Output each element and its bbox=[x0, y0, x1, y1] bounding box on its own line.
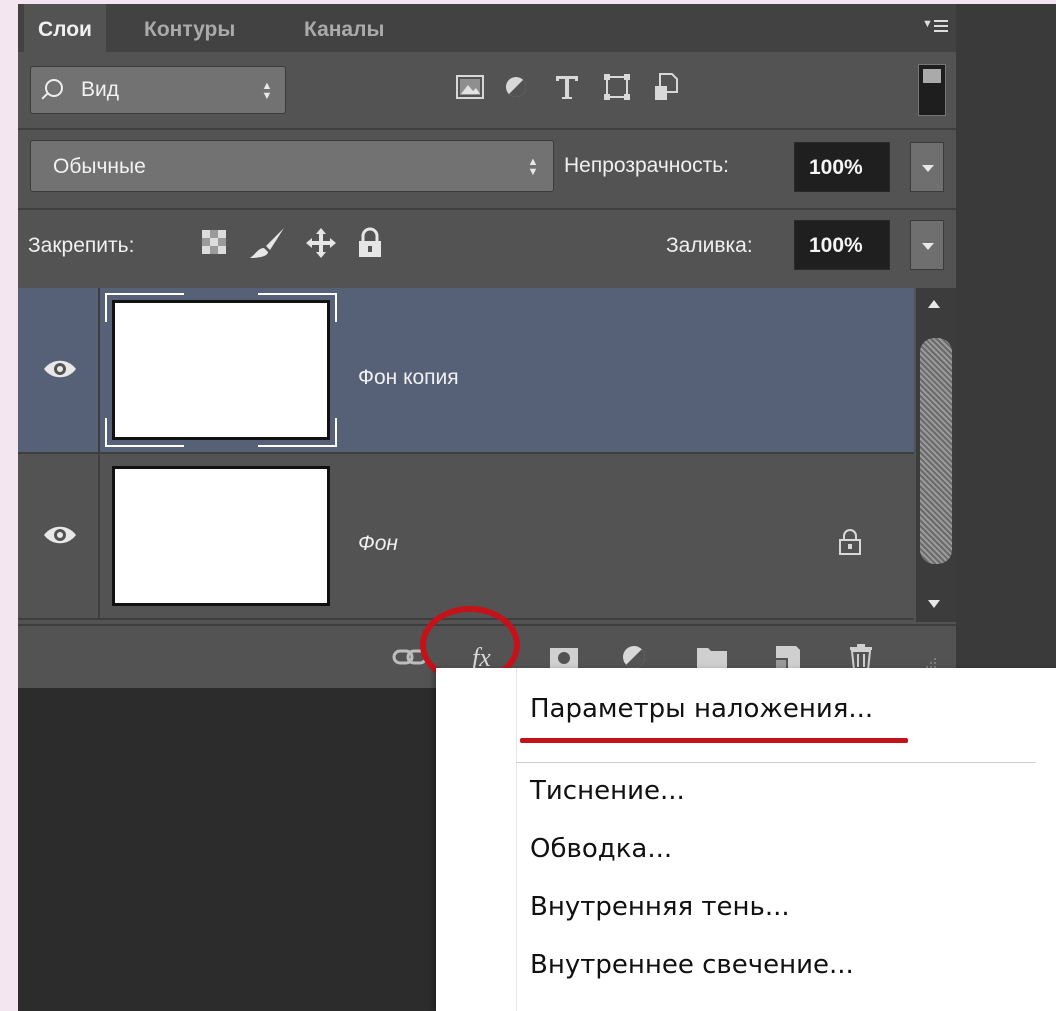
lock-position-move-icon[interactable] bbox=[304, 226, 338, 266]
menu-item-inner-glow[interactable]: Внутреннее свечение... bbox=[530, 950, 854, 980]
select-arrows-icon: ▲ ▼ bbox=[527, 156, 539, 178]
layer-lock-icon[interactable] bbox=[838, 528, 862, 556]
eye-icon[interactable] bbox=[42, 524, 78, 546]
panel-side-area bbox=[956, 4, 1056, 688]
filter-kind-select[interactable]: Вид ▲ ▼ bbox=[30, 66, 286, 114]
search-icon bbox=[45, 79, 63, 97]
menu-item-blending-options[interactable]: Параметры наложения... bbox=[530, 694, 873, 724]
tab-channels[interactable]: Каналы bbox=[290, 4, 398, 52]
layers-scrollbar[interactable] bbox=[916, 288, 956, 622]
visibility-cell[interactable] bbox=[18, 454, 100, 618]
fx-context-menu: Параметры наложения... Тиснение... Обвод… bbox=[436, 668, 1056, 1011]
smart-object-filter-icon[interactable] bbox=[650, 70, 686, 112]
visibility-cell[interactable] bbox=[18, 288, 100, 452]
lock-transparent-pixels-icon[interactable] bbox=[200, 226, 234, 266]
menu-item-bevel-emboss[interactable]: Тиснение... bbox=[530, 776, 685, 806]
lock-label: Закрепить: bbox=[28, 234, 135, 257]
scroll-up-icon[interactable] bbox=[928, 300, 940, 308]
select-arrows-icon: ▲ ▼ bbox=[261, 80, 273, 102]
tab-layers[interactable]: Слои bbox=[24, 4, 106, 52]
fill-dropdown-button[interactable] bbox=[910, 220, 944, 270]
menu-item-underline bbox=[520, 738, 908, 743]
shape-filter-icon[interactable] bbox=[600, 70, 636, 112]
menu-gutter bbox=[516, 668, 517, 1011]
type-filter-icon[interactable] bbox=[550, 70, 586, 112]
tab-paths[interactable]: Контуры bbox=[130, 4, 249, 52]
filter-kind-label: Вид bbox=[81, 78, 119, 101]
eye-icon[interactable] bbox=[42, 358, 78, 380]
blend-mode-select[interactable]: Обычные ▲ ▼ bbox=[30, 140, 554, 192]
layers-list: Фон копия Фон bbox=[18, 288, 956, 622]
layer-thumbnail[interactable] bbox=[112, 466, 330, 606]
adjustment-filter-icon[interactable] bbox=[500, 70, 536, 112]
divider bbox=[18, 128, 956, 130]
scroll-down-icon[interactable] bbox=[928, 600, 940, 608]
opacity-label: Непрозрачность: bbox=[564, 154, 729, 177]
layer-name[interactable]: Фон копия bbox=[358, 366, 459, 390]
layer-row-bg[interactable]: Фон bbox=[18, 454, 914, 620]
lock-all-icon[interactable] bbox=[356, 226, 390, 266]
layer-row-bg-copy[interactable]: Фон копия bbox=[18, 288, 914, 454]
blend-mode-label: Обычные bbox=[53, 155, 146, 178]
menu-item-inner-shadow[interactable]: Внутренняя тень... bbox=[530, 892, 790, 922]
image-filter-icon[interactable] bbox=[454, 70, 490, 112]
fill-label: Заливка: bbox=[666, 234, 753, 257]
layer-thumbnail[interactable] bbox=[112, 300, 330, 440]
layer-name[interactable]: Фон bbox=[358, 532, 398, 556]
divider bbox=[18, 208, 956, 210]
filter-toggle-switch[interactable] bbox=[918, 64, 946, 116]
opacity-dropdown-button[interactable] bbox=[910, 142, 944, 192]
layers-panel: Слои Контуры Каналы ▼ Вид ▲ ▼ Обычные ▲ … bbox=[18, 4, 956, 688]
menu-item-stroke[interactable]: Обводка... bbox=[530, 834, 672, 864]
fill-input[interactable]: 100% bbox=[794, 220, 890, 270]
panel-menu-icon[interactable]: ▼ bbox=[922, 16, 948, 38]
lock-image-pixels-brush-icon[interactable] bbox=[248, 226, 284, 266]
scroll-thumb[interactable] bbox=[920, 338, 952, 564]
opacity-input[interactable]: 100% bbox=[794, 142, 890, 192]
menu-separator bbox=[516, 762, 1036, 763]
panel-tab-bar: Слои Контуры Каналы ▼ bbox=[18, 4, 956, 52]
